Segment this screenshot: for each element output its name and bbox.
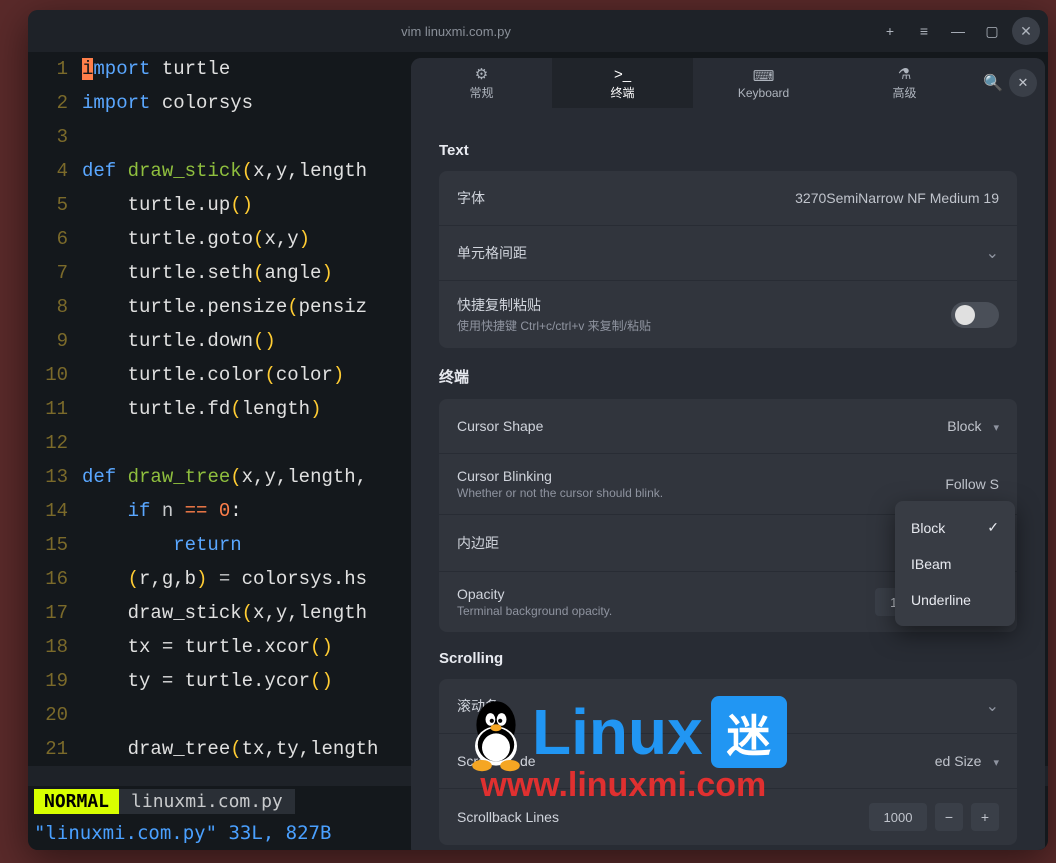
opacity-label: Opacity	[457, 586, 875, 602]
row-scrollbar[interactable]: 滚动条	[439, 679, 1017, 733]
row-cell-spacing[interactable]: 单元格间距	[439, 226, 1017, 280]
menu-icon[interactable]: ≡	[910, 17, 938, 45]
maximize-icon[interactable]: ▢	[978, 17, 1006, 45]
tab-label: 高级	[893, 84, 917, 101]
flask-icon: ⚗	[898, 65, 911, 83]
scrollback-label: Scrollback Lines	[457, 809, 869, 825]
dropdown-item[interactable]: Underline	[895, 582, 1015, 618]
copy-paste-toggle[interactable]	[951, 302, 999, 328]
titlebar: vim linuxmi.com.py + ≡ — ▢ ✕	[28, 10, 1048, 52]
row-copy-paste: 快捷复制粘贴 使用快捷键 Ctrl+c/ctrl+v 来复制/粘贴	[439, 281, 1017, 348]
scrollbar-label: 滚动条	[457, 696, 986, 716]
settings-tabs: ⚙常规 >_终端 ⌨Keyboard ⚗高级 🔍 ✕	[411, 58, 1045, 108]
tab-advanced[interactable]: ⚗高级	[834, 58, 975, 108]
cursor-blink-label: Cursor Blinking	[457, 468, 945, 484]
cell-spacing-label: 单元格间距	[457, 243, 986, 263]
padding-label: 内边距	[457, 533, 947, 553]
copy-label: 快捷复制粘贴	[457, 295, 951, 315]
scrollback-input[interactable]: 1000	[869, 803, 927, 831]
gear-icon: ⚙	[475, 65, 488, 83]
scrollback-plus-button[interactable]: +	[971, 803, 999, 831]
cursor-blink-sublabel: Whether or not the cursor should blink.	[457, 486, 945, 500]
section-terminal: 终端	[439, 366, 1017, 387]
main-window: vim linuxmi.com.py + ≡ — ▢ ✕ 12345678910…	[28, 10, 1048, 850]
row-scroll-mode[interactable]: Scroll de ed Size	[439, 734, 1017, 788]
cursor-shape-dropdown: BlockIBeamUnderline	[895, 501, 1015, 626]
scrollback-minus-button[interactable]: −	[935, 803, 963, 831]
tab-label: Keyboard	[738, 86, 789, 100]
scroll-mode-value: ed Size	[935, 753, 982, 769]
caret-down-icon	[989, 418, 999, 434]
close-icon[interactable]: ✕	[1012, 17, 1040, 45]
cursor-shape-label: Cursor Shape	[457, 418, 947, 434]
panel-close-icon[interactable]: ✕	[1009, 69, 1037, 97]
minimize-icon[interactable]: —	[944, 17, 972, 45]
status-filename: linuxmi.com.py	[119, 789, 295, 814]
keyboard-icon: ⌨	[753, 67, 775, 85]
add-tab-icon[interactable]: +	[876, 17, 904, 45]
chevron-down-icon	[986, 696, 999, 716]
font-value: 3270SemiNarrow NF Medium 19	[795, 190, 999, 206]
search-icon[interactable]: 🔍	[983, 73, 1003, 93]
tab-general[interactable]: ⚙常规	[411, 58, 552, 108]
section-scrolling: Scrolling	[439, 650, 1017, 667]
tab-terminal[interactable]: >_终端	[552, 58, 693, 108]
dropdown-item[interactable]: IBeam	[895, 546, 1015, 582]
terminal-icon: >_	[614, 66, 631, 83]
dropdown-item[interactable]: Block	[895, 509, 1015, 546]
chevron-down-icon	[986, 243, 999, 263]
opacity-sublabel: Terminal background opacity.	[457, 604, 875, 618]
tab-label: 常规	[470, 84, 494, 101]
cursor-blink-value: Follow S	[945, 476, 999, 492]
caret-down-icon	[989, 753, 999, 769]
tab-label: 终端	[611, 84, 635, 101]
line-number-gutter: 123456789101112131415161718192021	[28, 52, 78, 766]
vim-mode-badge: NORMAL	[34, 789, 119, 814]
window-title: vim linuxmi.com.py	[36, 24, 876, 39]
section-text: Text	[439, 142, 1017, 159]
tab-keyboard[interactable]: ⌨Keyboard	[693, 58, 834, 108]
copy-sublabel: 使用快捷键 Ctrl+c/ctrl+v 来复制/粘贴	[457, 317, 951, 334]
row-cursor-shape[interactable]: Cursor Shape Block	[439, 399, 1017, 453]
row-scrollback: Scrollback Lines 1000 − +	[439, 789, 1017, 845]
cursor-shape-value: Block	[947, 418, 981, 434]
settings-panel: ⚙常规 >_终端 ⌨Keyboard ⚗高级 🔍 ✕ Text 字体 3270S…	[411, 58, 1045, 850]
scroll-mode-label: Scroll de	[457, 751, 935, 771]
row-font[interactable]: 字体 3270SemiNarrow NF Medium 19	[439, 171, 1017, 225]
font-label: 字体	[457, 188, 795, 208]
